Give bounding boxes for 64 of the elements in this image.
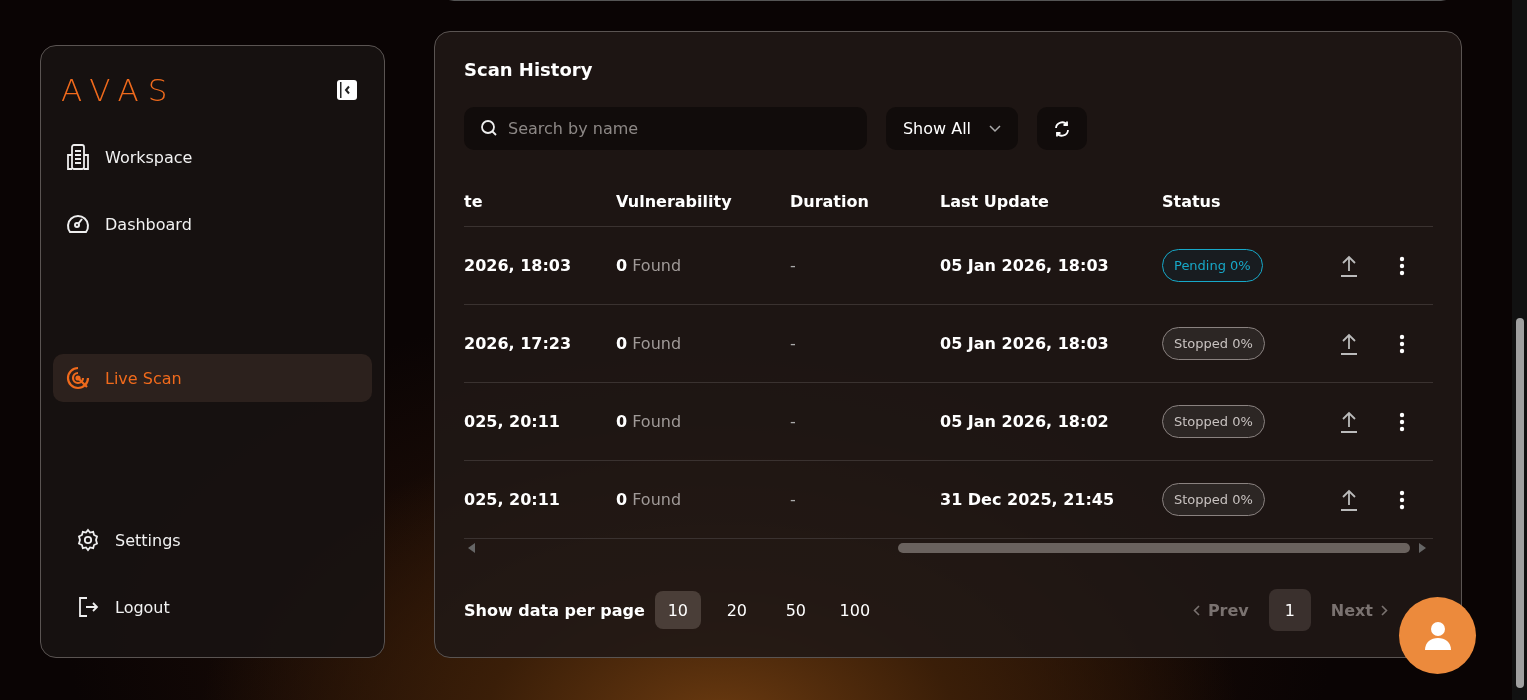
vertical-scrollbar[interactable] [1512,0,1527,700]
column-header: Status [1162,192,1222,213]
status-badge: Stopped 0% [1162,327,1265,360]
table-cell-text: - [790,334,797,353]
table-cell-text: - [790,256,797,275]
filter-dropdown[interactable]: Show All [886,107,1018,150]
chevron-right-icon [1381,604,1388,616]
column-header: Duration [790,192,870,213]
scroll-right-icon[interactable] [1418,543,1426,553]
radar-icon [65,365,91,391]
table-cell-text: 31 Dec 2025, 21:45 [940,490,1116,509]
more-options-icon[interactable] [1398,489,1405,510]
user-icon [1422,619,1453,652]
building-icon [64,143,92,171]
refresh-button[interactable] [1037,107,1087,150]
per-page-option[interactable]: 20 [713,591,760,629]
per-page-option[interactable]: 100 [831,591,878,629]
table-cell-text: 2026, 18:03 [464,256,573,275]
column-header: Vulnerability [616,192,733,213]
upload-icon[interactable] [1339,410,1358,433]
table-cell-text: 0 Found [616,490,683,509]
search-field[interactable]: Search by name [464,107,867,150]
table-cell-text: 05 Jan 2026, 18:03 [940,334,1110,353]
page-number-button[interactable]: 1 [1268,589,1311,631]
logo: AVAS [61,74,177,106]
sidebar-item[interactable]: Workspace [53,133,372,181]
upload-icon[interactable] [1339,254,1358,277]
more-options-icon[interactable] [1398,255,1405,276]
sidebar-item[interactable]: Live Scan [53,354,372,402]
table-cell-text: - [790,490,797,509]
table-cell-text: 025, 20:11 [464,412,561,431]
logout-icon [76,595,100,619]
table-cell-text: 025, 20:11 [464,490,561,509]
per-page-option[interactable]: 10 [654,591,701,629]
sidebar-item[interactable]: Logout [53,583,372,631]
per-page-label: Show data per page [464,600,645,620]
refresh-icon [1053,119,1071,138]
chevron-down-icon [989,124,1002,133]
table-cell-text: 05 Jan 2026, 18:03 [940,256,1110,275]
table-cell-text: 0 Found [616,412,683,431]
table-cell-text: 05 Jan 2026, 18:02 [940,412,1110,431]
search-icon [480,119,498,137]
table-cell-text: - [790,412,797,431]
status-badge: Stopped 0% [1162,483,1265,516]
upload-icon[interactable] [1339,332,1358,355]
collapse-sidebar-icon[interactable] [336,79,358,101]
chevron-left-icon [1192,604,1200,616]
column-header: Last Update [940,192,1050,213]
scroll-left-icon[interactable] [468,543,476,553]
sidebar-item[interactable]: Settings [53,516,372,564]
more-options-icon[interactable] [1398,333,1405,354]
more-options-icon[interactable] [1398,411,1405,432]
panel-title: Scan History [464,58,594,82]
sidebar-item[interactable]: Dashboard [53,200,372,248]
status-badge: Stopped 0% [1162,405,1265,438]
per-page-option[interactable]: 50 [772,591,819,629]
horizontal-scrollbar-thumb[interactable] [898,543,1410,553]
upload-icon[interactable] [1339,488,1358,511]
table-cell-text: 0 Found [616,256,683,275]
settings-icon [76,528,100,552]
table-cell-text: 2026, 17:23 [464,334,573,353]
status-badge: Pending 0% [1162,249,1263,282]
table-cell-text: 0 Found [616,334,683,353]
column-header: te [464,192,484,213]
